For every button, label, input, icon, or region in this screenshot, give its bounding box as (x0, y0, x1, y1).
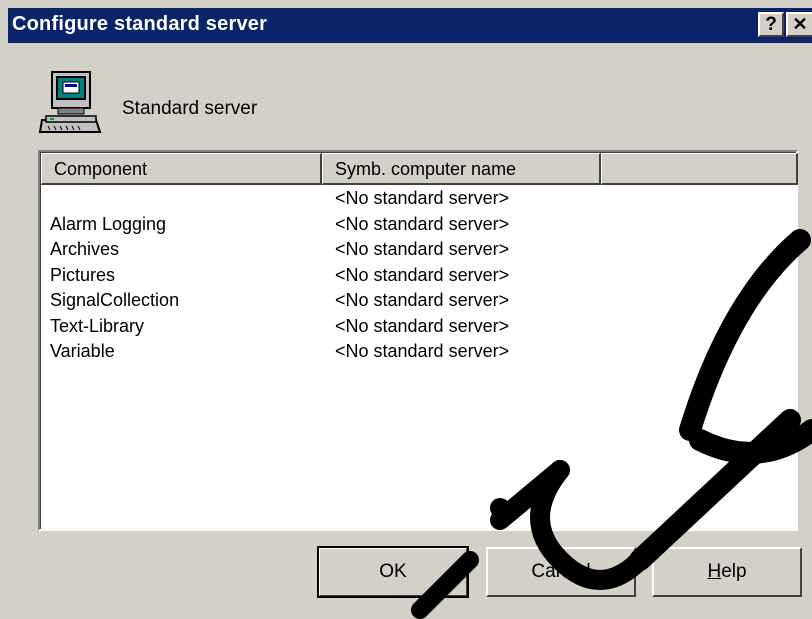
component-cell: Archives (50, 239, 120, 259)
component-cell: Variable (50, 341, 115, 361)
close-icon: ✕ (792, 14, 808, 34)
server-cell: <No standard server> (335, 264, 510, 285)
list-item[interactable]: SignalCollection <No standard server> (41, 288, 796, 314)
computer-icon (38, 71, 102, 133)
list-item[interactable]: Alarm Logging <No standard server> (41, 212, 796, 238)
list-item[interactable]: Text-Library <No standard server> (41, 314, 796, 340)
help-button-mnemonic: H (707, 561, 722, 582)
standard-server-label: Standard server (122, 98, 258, 119)
server-cell: <No standard server> (335, 213, 510, 234)
ok-button[interactable]: OK (317, 546, 469, 598)
component-cell: Text-Library (50, 315, 145, 336)
list-rows: <No standard server> Alarm Logging <No s… (41, 186, 796, 365)
list-item[interactable]: <No standard server> (41, 186, 796, 212)
component-cell: Alarm Logging (50, 213, 167, 234)
help-button-label: elp (721, 561, 747, 582)
configure-standard-server-dialog: Configure standard server ? ✕ Standard s… (0, 0, 812, 619)
server-cell: <No standard server> (335, 239, 510, 259)
close-button[interactable]: ✕ (786, 12, 812, 37)
column-header-component[interactable]: Component (41, 153, 322, 185)
help-title-button[interactable]: ? (758, 12, 784, 37)
column-header-symb-computer-name[interactable]: Symb. computer name (322, 153, 601, 185)
column-header-extra[interactable] (601, 153, 798, 185)
server-cell: <No standard server> (335, 188, 510, 208)
component-list[interactable]: Component Symb. computer name <No standa… (38, 150, 798, 531)
help-button[interactable]: Help (652, 547, 802, 597)
question-mark-icon: ? (765, 14, 777, 35)
server-cell: <No standard server> (335, 315, 510, 336)
server-cell: <No standard server> (335, 341, 510, 361)
cancel-button[interactable]: Cancel (486, 547, 636, 597)
list-item[interactable]: Pictures <No standard server> (41, 263, 796, 289)
window-title: Configure standard server (12, 13, 268, 35)
list-item[interactable]: Archives <No standard server> (41, 237, 796, 263)
list-item[interactable]: Variable <No standard server> (41, 339, 796, 365)
server-cell: <No standard server> (335, 290, 510, 310)
component-cell: SignalCollection (50, 290, 180, 310)
component-cell: Pictures (50, 264, 116, 285)
title-bar[interactable]: Configure standard server ? ✕ (8, 8, 812, 43)
